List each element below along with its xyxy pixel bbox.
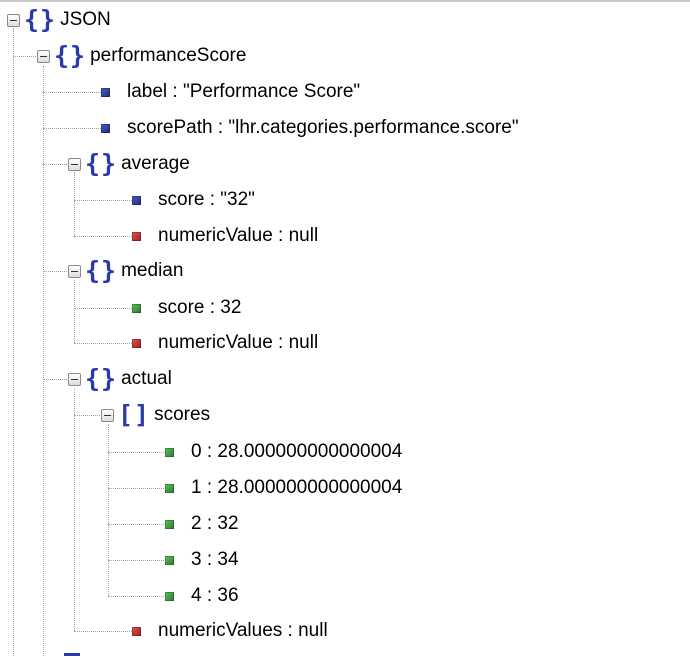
object-braces-icon: {} bbox=[24, 5, 57, 34]
tree-leaf-score-item[interactable]: 0 : 28.000000000000004 bbox=[162, 437, 402, 467]
tree-leaf-score-item[interactable]: 2 : 32 bbox=[162, 509, 239, 539]
collapse-toggle[interactable] bbox=[68, 157, 81, 171]
tree-leaf-score-item[interactable]: 1 : 28.000000000000004 bbox=[162, 473, 402, 503]
tree-guide bbox=[74, 200, 132, 201]
string-value-icon bbox=[101, 123, 110, 133]
leaf-text: 3 : 34 bbox=[191, 549, 239, 570]
number-value-icon bbox=[165, 519, 174, 529]
tree-guide bbox=[108, 488, 164, 489]
tree-node-actual[interactable]: {} actual bbox=[68, 364, 172, 394]
tree-guide bbox=[108, 452, 164, 453]
tree-leaf-score[interactable]: score : 32 bbox=[129, 293, 241, 323]
collapse-toggle[interactable] bbox=[37, 49, 50, 63]
tree-leaf-score-item[interactable]: 3 : 34 bbox=[162, 545, 239, 575]
leaf-text: score : "32" bbox=[158, 189, 255, 210]
null-value-icon bbox=[132, 231, 141, 241]
object-braces-icon: {} bbox=[85, 256, 118, 285]
node-label: actual bbox=[121, 368, 172, 389]
tree-guide bbox=[74, 236, 132, 237]
leaf-text: numericValue : null bbox=[158, 332, 319, 353]
tree-guide bbox=[43, 92, 101, 93]
tree-leaf-score[interactable]: score : "32" bbox=[129, 185, 255, 215]
tree-guide bbox=[43, 164, 67, 165]
node-label: median bbox=[121, 260, 184, 281]
tree-guide bbox=[74, 415, 102, 416]
number-value-icon bbox=[132, 303, 141, 313]
tree-guide bbox=[74, 343, 132, 344]
tree-node-average[interactable]: {} average bbox=[68, 149, 190, 179]
node-label: performanceScore bbox=[90, 45, 247, 66]
object-braces-icon: {} bbox=[85, 149, 118, 178]
node-label: scores bbox=[154, 404, 211, 425]
null-value-icon bbox=[132, 626, 141, 636]
leaf-text: score : 32 bbox=[158, 297, 242, 318]
tree-guide bbox=[108, 424, 109, 596]
tree-leaf-numericvalue[interactable]: numericValue : null bbox=[129, 328, 318, 358]
string-value-icon bbox=[132, 195, 141, 205]
number-value-icon bbox=[165, 483, 174, 493]
node-label: JSON bbox=[60, 9, 111, 30]
number-value-icon bbox=[165, 555, 174, 565]
leaf-text: numericValue : null bbox=[158, 225, 319, 246]
leaf-text: 0 : 28.000000000000004 bbox=[191, 441, 403, 462]
leaf-text: numericValues : null bbox=[158, 620, 328, 641]
leaf-text: 4 : 36 bbox=[191, 585, 239, 606]
leaf-text: label : "Performance Score" bbox=[127, 81, 361, 102]
tree-leaf-scorepath[interactable]: scorePath : "lhr.categories.performance.… bbox=[98, 113, 519, 143]
tree-guide bbox=[43, 128, 101, 129]
tree-node-scores[interactable]: [] scores bbox=[101, 400, 210, 430]
json-tree-view: {} JSON {} performanceScore label : "Per… bbox=[0, 0, 690, 656]
tree-guide bbox=[74, 308, 132, 309]
tree-guide bbox=[74, 631, 132, 632]
leaf-text: scorePath : "lhr.categories.performance.… bbox=[127, 117, 519, 138]
string-value-icon bbox=[101, 87, 110, 97]
number-value-icon bbox=[165, 447, 174, 457]
tree-leaf-score-item[interactable]: 4 : 36 bbox=[162, 581, 239, 611]
tree-leaf-label[interactable]: label : "Performance Score" bbox=[98, 77, 360, 107]
object-braces-icon: {} bbox=[54, 41, 87, 70]
collapse-toggle[interactable] bbox=[7, 13, 20, 27]
array-brackets-icon: [] bbox=[118, 400, 151, 429]
tree-guide bbox=[74, 388, 75, 631]
tree-guide bbox=[108, 524, 164, 525]
tree-node-json[interactable]: {} JSON bbox=[7, 5, 111, 35]
tree-guide bbox=[43, 66, 44, 656]
collapse-toggle[interactable] bbox=[101, 408, 114, 422]
collapse-toggle[interactable] bbox=[68, 264, 81, 278]
tree-guide bbox=[43, 271, 67, 272]
number-value-icon bbox=[165, 591, 174, 601]
tree-guide bbox=[74, 172, 75, 236]
null-value-icon bbox=[132, 338, 141, 348]
next-node-icon-partial bbox=[64, 650, 80, 656]
tree-guide bbox=[13, 56, 38, 57]
collapse-toggle[interactable] bbox=[68, 372, 81, 386]
object-braces-icon: {} bbox=[85, 364, 118, 393]
leaf-text: 2 : 32 bbox=[191, 513, 239, 534]
tree-leaf-numericvalues[interactable]: numericValues : null bbox=[129, 616, 328, 646]
tree-guide bbox=[13, 28, 14, 656]
tree-guide bbox=[74, 280, 75, 343]
tree-node-median[interactable]: {} median bbox=[68, 256, 183, 286]
node-label: average bbox=[121, 153, 190, 174]
leaf-text: 1 : 28.000000000000004 bbox=[191, 477, 403, 498]
tree-guide bbox=[108, 596, 164, 597]
tree-node-performancescore[interactable]: {} performanceScore bbox=[37, 41, 246, 71]
tree-guide bbox=[43, 379, 67, 380]
tree-guide bbox=[108, 560, 164, 561]
tree-leaf-numericvalue[interactable]: numericValue : null bbox=[129, 221, 318, 251]
